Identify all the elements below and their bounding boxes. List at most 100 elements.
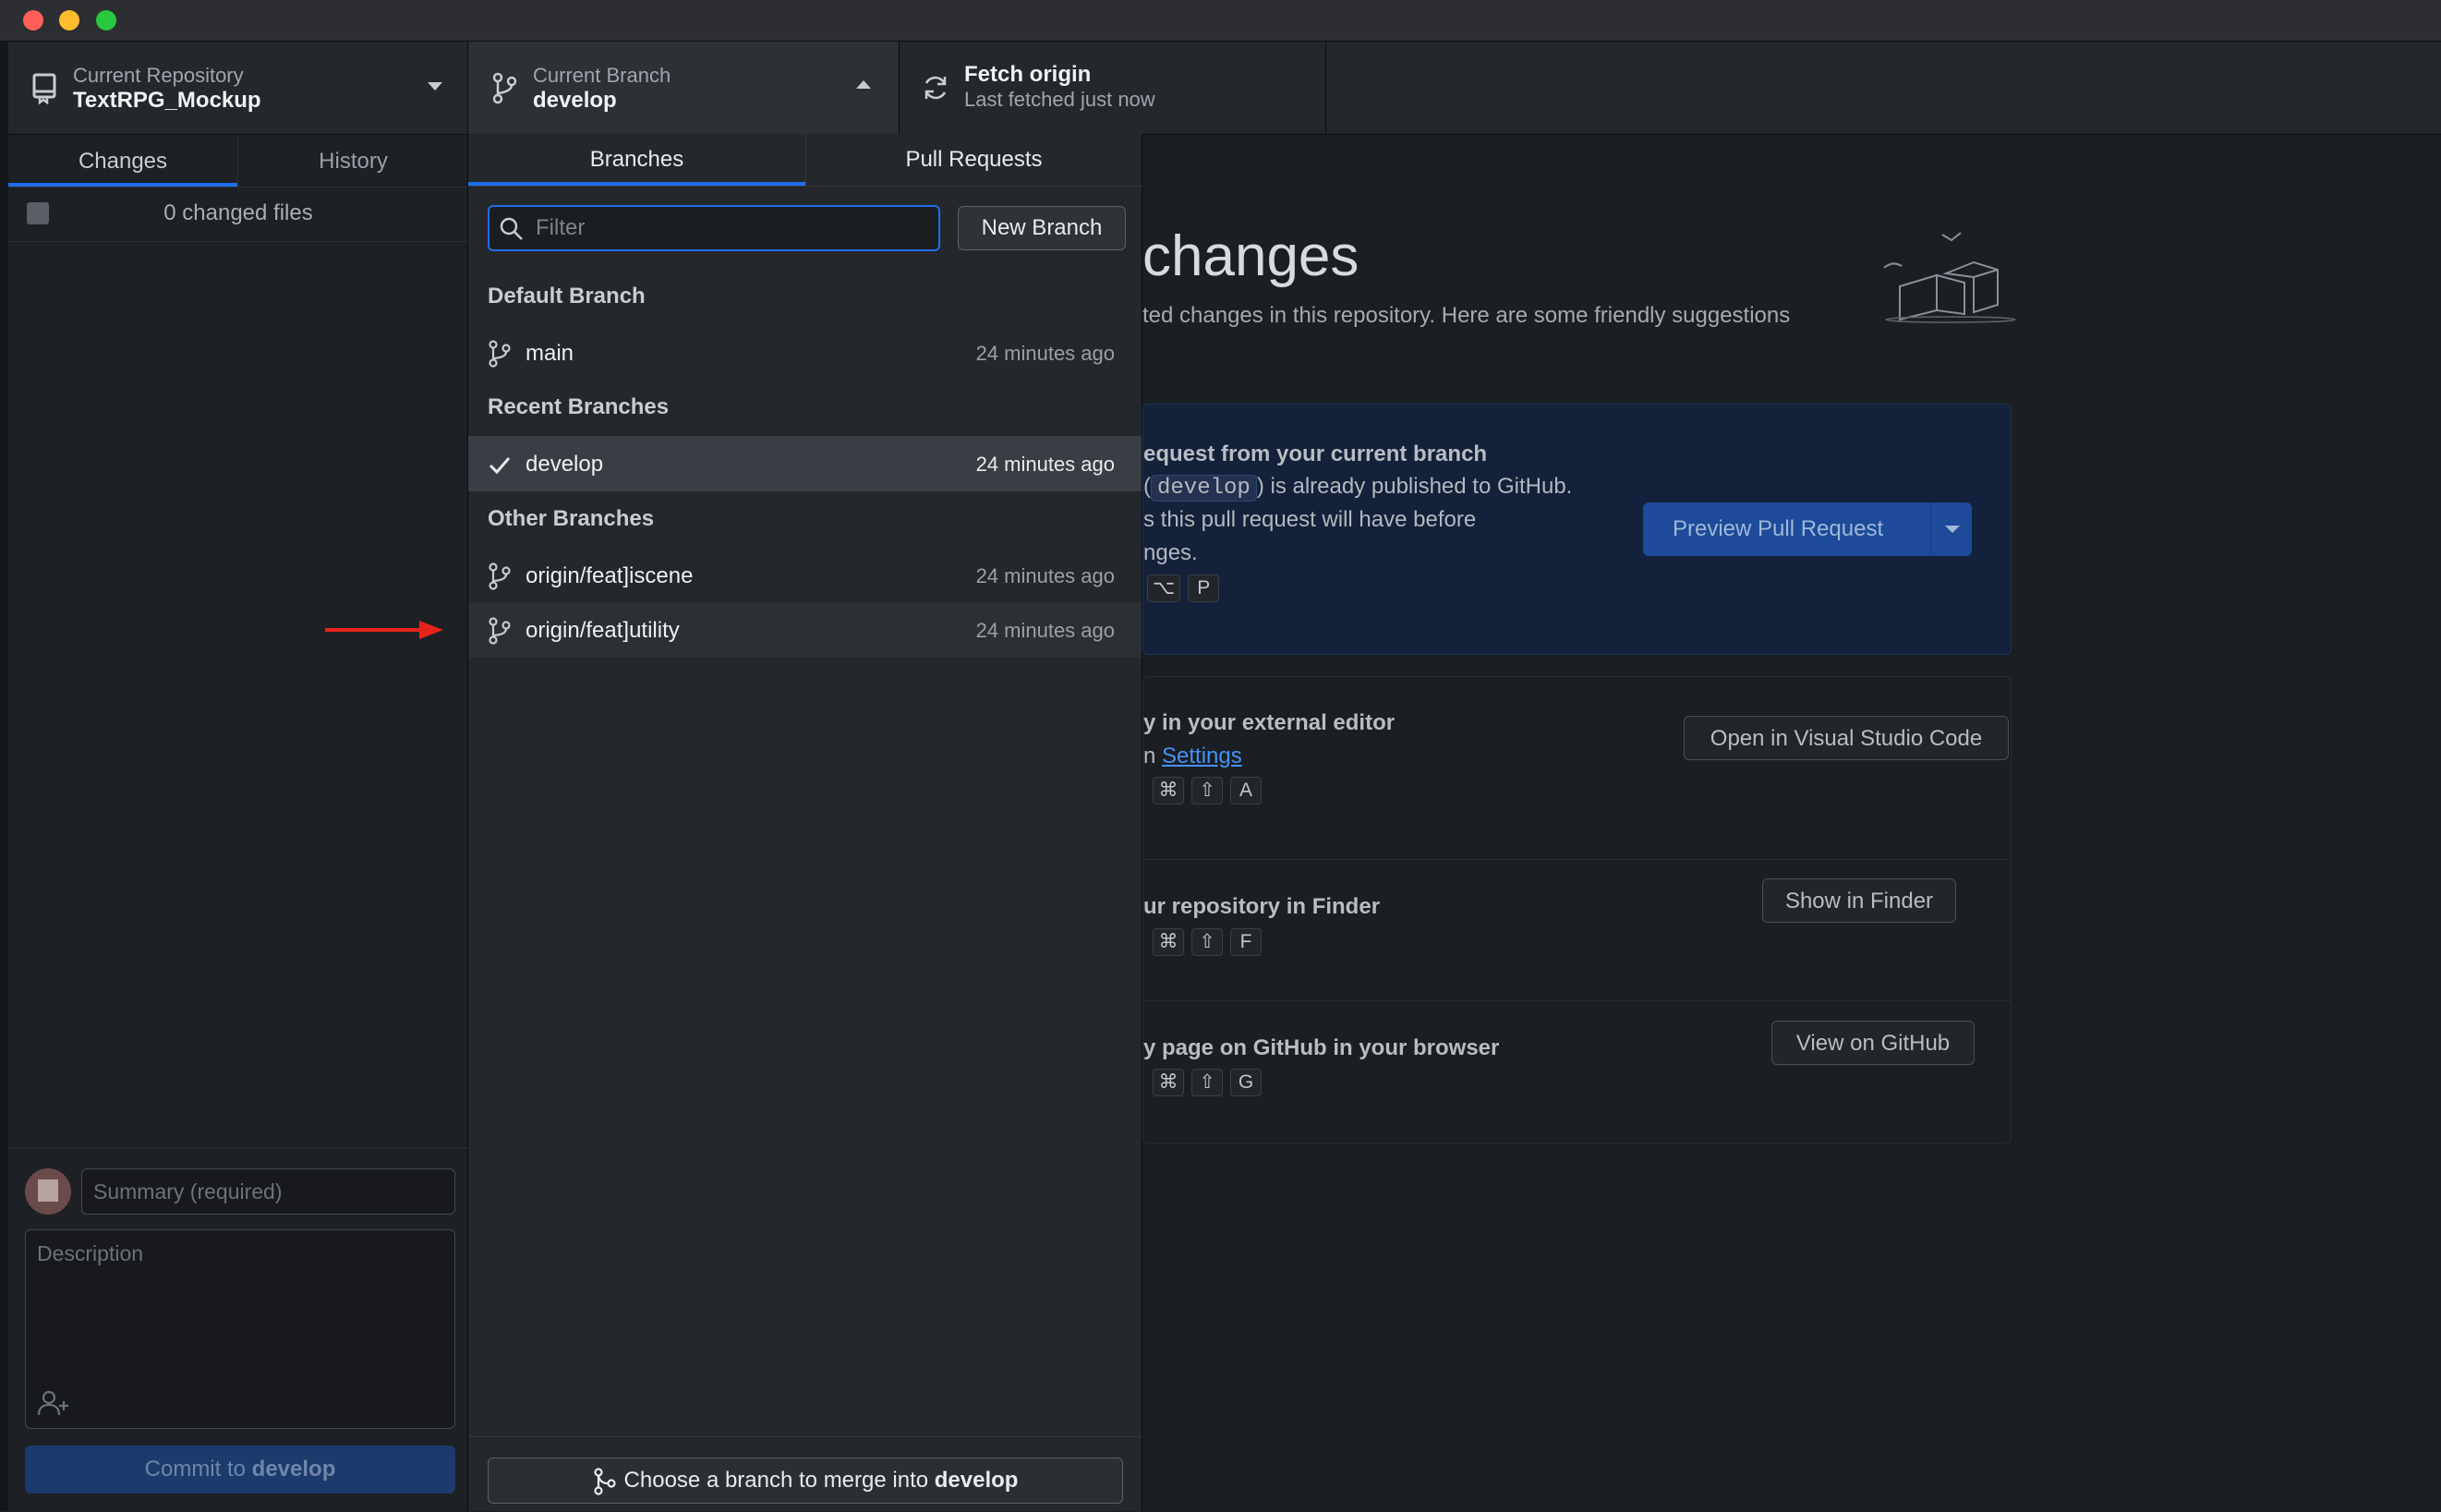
merge-icon: [593, 1468, 616, 1495]
shift-key: ⇧: [1191, 777, 1223, 804]
branch-filter-input[interactable]: Filter: [488, 205, 940, 251]
preview-pull-request-button[interactable]: Preview Pull Request: [1643, 502, 1972, 556]
chevron-down-icon: [428, 82, 442, 91]
settings-link[interactable]: Settings: [1162, 744, 1242, 768]
github-shortcut: ⌘ ⇧ G: [1153, 1069, 1269, 1096]
maximize-window-button[interactable]: [96, 10, 116, 30]
annotation-arrow-icon: [325, 621, 443, 639]
merge-button-prefix: Choose a branch to merge into: [623, 1468, 935, 1493]
commit-area: Summary (required) Description Commit to…: [8, 1147, 468, 1512]
repository-icon: [32, 73, 56, 104]
branch-item-develop[interactable]: develop 24 minutes ago: [468, 436, 1142, 491]
commit-button-branch: develop: [251, 1457, 336, 1482]
branch-name: origin/feat]iscene: [526, 563, 694, 588]
branch-time: 24 minutes ago: [975, 619, 1115, 642]
branch-name: main: [526, 341, 574, 366]
view-on-github-button[interactable]: View on GitHub: [1771, 1021, 1975, 1065]
description-placeholder: Description: [37, 1241, 144, 1265]
branch-icon: [489, 562, 511, 590]
code-open-paren: (: [1143, 474, 1151, 499]
other-branches-header: Other Branches: [488, 506, 655, 531]
no-changes-view: changes ted changes in this repository. …: [1142, 135, 2441, 1511]
p-key: P: [1188, 575, 1220, 602]
description-field[interactable]: Description: [25, 1229, 455, 1429]
tab-changes[interactable]: Changes: [8, 135, 237, 187]
f-key: F: [1230, 928, 1262, 956]
a-key: A: [1230, 777, 1262, 804]
branch-item-main[interactable]: main 24 minutes ago: [468, 325, 1142, 381]
page-title: changes: [1142, 224, 1359, 288]
checkmark-icon: [489, 457, 511, 475]
command-key: ⌘: [1153, 1069, 1184, 1096]
sync-icon: [924, 76, 947, 100]
commit-button-prefix: Commit to: [144, 1457, 252, 1482]
new-branch-button[interactable]: New Branch: [958, 206, 1126, 250]
create-pull-request-card: equest from your current branch (develop…: [1142, 404, 2012, 655]
branch-code: develop: [1151, 475, 1257, 502]
toolbar: Current Repository TextRPG_Mockup Curren…: [8, 42, 2441, 135]
commit-button[interactable]: Commit to develop: [25, 1445, 455, 1494]
avatar: [25, 1168, 71, 1215]
merge-footer: Choose a branch to merge into develop: [468, 1436, 1142, 1511]
divider: [1143, 859, 2011, 860]
branch-time: 24 minutes ago: [975, 453, 1115, 476]
close-window-button[interactable]: [23, 10, 43, 30]
open-in-editor-button[interactable]: Open in Visual Studio Code: [1684, 716, 2009, 760]
merge-button-branch: develop: [934, 1468, 1019, 1493]
search-icon: [500, 217, 523, 240]
tab-pull-requests[interactable]: Pull Requests: [805, 134, 1142, 186]
branch-time: 24 minutes ago: [975, 342, 1115, 365]
summary-input[interactable]: Summary (required): [81, 1168, 455, 1215]
pr-card-line1: (develop) is already published to GitHub…: [1143, 474, 1573, 502]
pr-shortcut: ⌥ P: [1147, 575, 1227, 602]
branch-item-origin-feat-scene[interactable]: origin/feat]iscene 24 minutes ago: [468, 548, 1142, 603]
preview-pull-request-label: Preview Pull Request: [1673, 516, 1884, 541]
branch-icon: [492, 72, 517, 104]
pr-card-line1-rest: ) is already published to GitHub.: [1256, 474, 1573, 499]
tab-branches[interactable]: Branches: [468, 134, 805, 186]
editor-card-prefix: n: [1143, 744, 1163, 768]
branch-dropdown-tabs: Branches Pull Requests: [468, 134, 1142, 187]
editor-card-settings-line: n Settings: [1143, 744, 1242, 769]
branch-time: 24 minutes ago: [975, 564, 1115, 587]
default-branch-header: Default Branch: [488, 284, 646, 308]
command-key: ⌘: [1153, 928, 1184, 956]
option-key: ⌥: [1147, 575, 1181, 602]
fetch-origin-button[interactable]: Fetch origin Last fetched just now: [900, 42, 1326, 134]
current-branch-button[interactable]: Current Branch develop: [468, 42, 900, 134]
sidebar: Changes History 0 changed files Summary …: [8, 135, 468, 1511]
chevron-up-icon: [856, 80, 871, 89]
add-coauthor-icon[interactable]: [37, 1389, 70, 1417]
branch-name: origin/feat]utility: [526, 618, 680, 643]
branch-name: develop: [533, 88, 617, 113]
tab-history[interactable]: History: [237, 135, 468, 187]
boxes-illustration-icon: [1883, 232, 2016, 323]
branch-label: Current Branch: [533, 64, 671, 87]
current-repository-button[interactable]: Current Repository TextRPG_Mockup: [8, 42, 468, 134]
filter-placeholder: Filter: [536, 215, 586, 240]
pr-card-title: equest from your current branch: [1143, 442, 1488, 466]
window-titlebar: [0, 0, 2441, 42]
branch-icon: [489, 340, 511, 368]
changed-files-count: 0 changed files: [163, 200, 313, 225]
branch-name: develop: [526, 452, 604, 477]
show-in-finder-button[interactable]: Show in Finder: [1762, 878, 1956, 923]
divider: [1143, 1000, 2011, 1001]
pull-request-options-dropdown[interactable]: [1930, 502, 1972, 556]
repository-label: Current Repository: [73, 64, 244, 87]
window-edge: [0, 41, 8, 1511]
merge-into-branch-button[interactable]: Choose a branch to merge into develop: [488, 1458, 1123, 1504]
editor-shortcut: ⌘ ⇧ A: [1153, 777, 1269, 804]
branch-dropdown: Branches Pull Requests Filter New Branch…: [468, 134, 1142, 1511]
command-key: ⌘: [1153, 777, 1184, 804]
minimize-window-button[interactable]: [59, 10, 79, 30]
repository-name: TextRPG_Mockup: [73, 88, 261, 113]
changed-files-header: 0 changed files: [8, 187, 468, 242]
branch-icon: [489, 617, 511, 645]
finder-card-title: ur repository in Finder: [1143, 894, 1381, 919]
page-subtitle: ted changes in this repository. Here are…: [1142, 303, 1791, 328]
fetch-status: Last fetched just now: [964, 88, 1155, 111]
shift-key: ⇧: [1191, 1069, 1223, 1096]
pr-card-line3: nges.: [1143, 540, 1198, 565]
branch-item-origin-feat-utility[interactable]: origin/feat]utility 24 minutes ago: [468, 602, 1142, 658]
